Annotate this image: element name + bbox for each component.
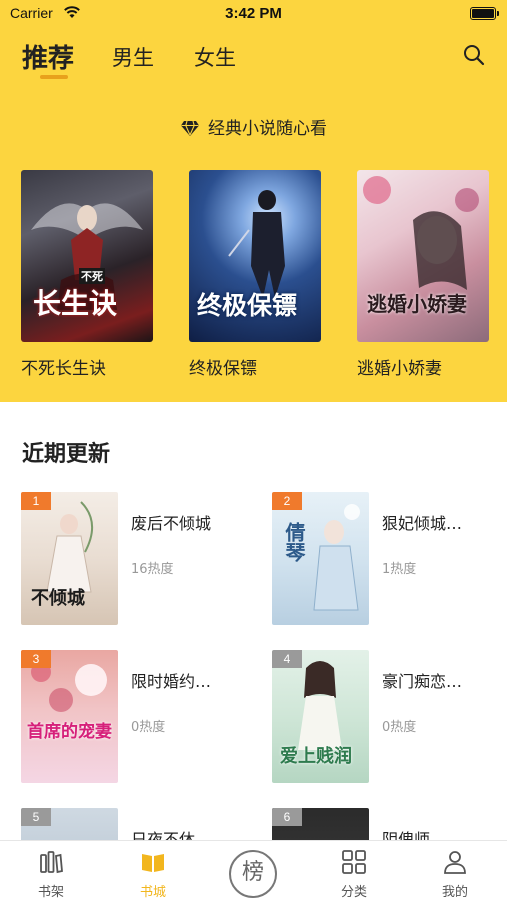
rank-badge: 4 xyxy=(272,650,302,668)
list-item[interactable]: 倩琴 2 狠妃倾城… 1热度 xyxy=(272,492,507,626)
diamond-icon xyxy=(181,120,199,136)
book-title[interactable]: 限时婚约… xyxy=(131,668,255,692)
rank-badge: 3 xyxy=(21,650,51,668)
rank-badge: 1 xyxy=(21,492,51,510)
clock: 3:42 PM xyxy=(225,5,282,22)
section-title-recent: 近期更新 xyxy=(22,441,111,467)
header-area: 推荐 男生 女生 经典小说随心看 不死 长生诀 不死长生诀 终极保镖 终极保镖 … xyxy=(0,28,507,402)
cover-title: 不倾城 xyxy=(31,588,85,609)
tab-label: 分类 xyxy=(340,885,367,900)
tab-category[interactable]: 分类 xyxy=(314,841,394,900)
list-item[interactable]: 首席的宠妻 3 限时婚约… 0热度 xyxy=(21,650,261,784)
book-cover[interactable]: 爱上贱润 4 xyxy=(272,650,369,783)
profile-icon xyxy=(444,851,466,874)
book-heat: 0热度 xyxy=(382,720,417,735)
book-title[interactable]: 废后不倾城 xyxy=(131,510,255,534)
tab-indicator xyxy=(40,75,68,79)
book-cover[interactable]: 首席的宠妻 3 xyxy=(21,650,118,783)
cover-title: 长生诀 xyxy=(33,287,118,320)
book-cover[interactable]: 不倾城 1 xyxy=(21,492,118,625)
tab-bookshelf[interactable]: 书架 xyxy=(11,841,91,900)
ranking-icon[interactable]: 榜 xyxy=(229,850,277,898)
tab-bookstore[interactable]: 书城 xyxy=(113,841,193,900)
book-heat: 1热度 xyxy=(382,562,417,577)
featured-book-title[interactable]: 逃婚小娇妻 xyxy=(357,354,489,379)
featured-book[interactable]: 终极保镖 终极保镖 xyxy=(189,170,321,379)
slogan: 经典小说随心看 xyxy=(0,114,507,139)
book-heat: 16热度 xyxy=(131,562,174,577)
tab-label: 书架 xyxy=(37,885,64,900)
book-cover[interactable]: 终极保镖 xyxy=(189,170,321,342)
cover-art xyxy=(31,662,107,712)
bookshelf-icon xyxy=(40,851,63,874)
cover-title: 倩琴 xyxy=(282,522,306,562)
status-bar: Carrier 3:42 PM xyxy=(0,0,507,28)
cover-title: 终极保镖 xyxy=(197,291,298,320)
rank-badge: 6 xyxy=(272,808,302,826)
featured-book-title[interactable]: 不死长生诀 xyxy=(21,354,153,379)
rank-badge: 2 xyxy=(272,492,302,510)
tab-male[interactable]: 男生 xyxy=(112,42,154,72)
featured-book-title[interactable]: 终极保镖 xyxy=(189,354,321,379)
slogan-text: 经典小说随心看 xyxy=(208,119,327,139)
battery-icon xyxy=(470,7,499,20)
bookstore-icon xyxy=(142,854,164,872)
book-cover[interactable]: 逃婚小娇妻 xyxy=(357,170,489,342)
book-title[interactable]: 豪门痴恋… xyxy=(382,668,506,692)
tab-label: 我的 xyxy=(441,885,468,900)
tab-recommend[interactable]: 推荐 xyxy=(22,38,74,75)
category-icon xyxy=(342,850,366,874)
tab-label: 书城 xyxy=(139,885,166,900)
list-item[interactable]: 不倾城 1 废后不倾城 16热度 xyxy=(21,492,261,626)
cover-title: 首席的宠妻 xyxy=(27,722,112,742)
book-cover[interactable]: 不死 长生诀 xyxy=(21,170,153,342)
cover-title: 逃婚小娇妻 xyxy=(367,292,467,316)
list-item[interactable]: 爱上贱润 4 豪门痴恋… 0热度 xyxy=(272,650,507,784)
rank-badge: 5 xyxy=(21,808,51,826)
cover-title: 爱上贱润 xyxy=(280,746,352,767)
featured-book[interactable]: 逃婚小娇妻 逃婚小娇妻 xyxy=(357,170,489,379)
book-heat: 0热度 xyxy=(131,720,166,735)
search-icon[interactable] xyxy=(462,43,486,67)
tab-profile[interactable]: 我的 xyxy=(415,841,495,900)
featured-book[interactable]: 不死 长生诀 不死长生诀 xyxy=(21,170,153,379)
book-cover[interactable]: 倩琴 2 xyxy=(272,492,369,625)
tab-female[interactable]: 女生 xyxy=(194,42,236,72)
book-title[interactable]: 狠妃倾城… xyxy=(382,510,506,534)
